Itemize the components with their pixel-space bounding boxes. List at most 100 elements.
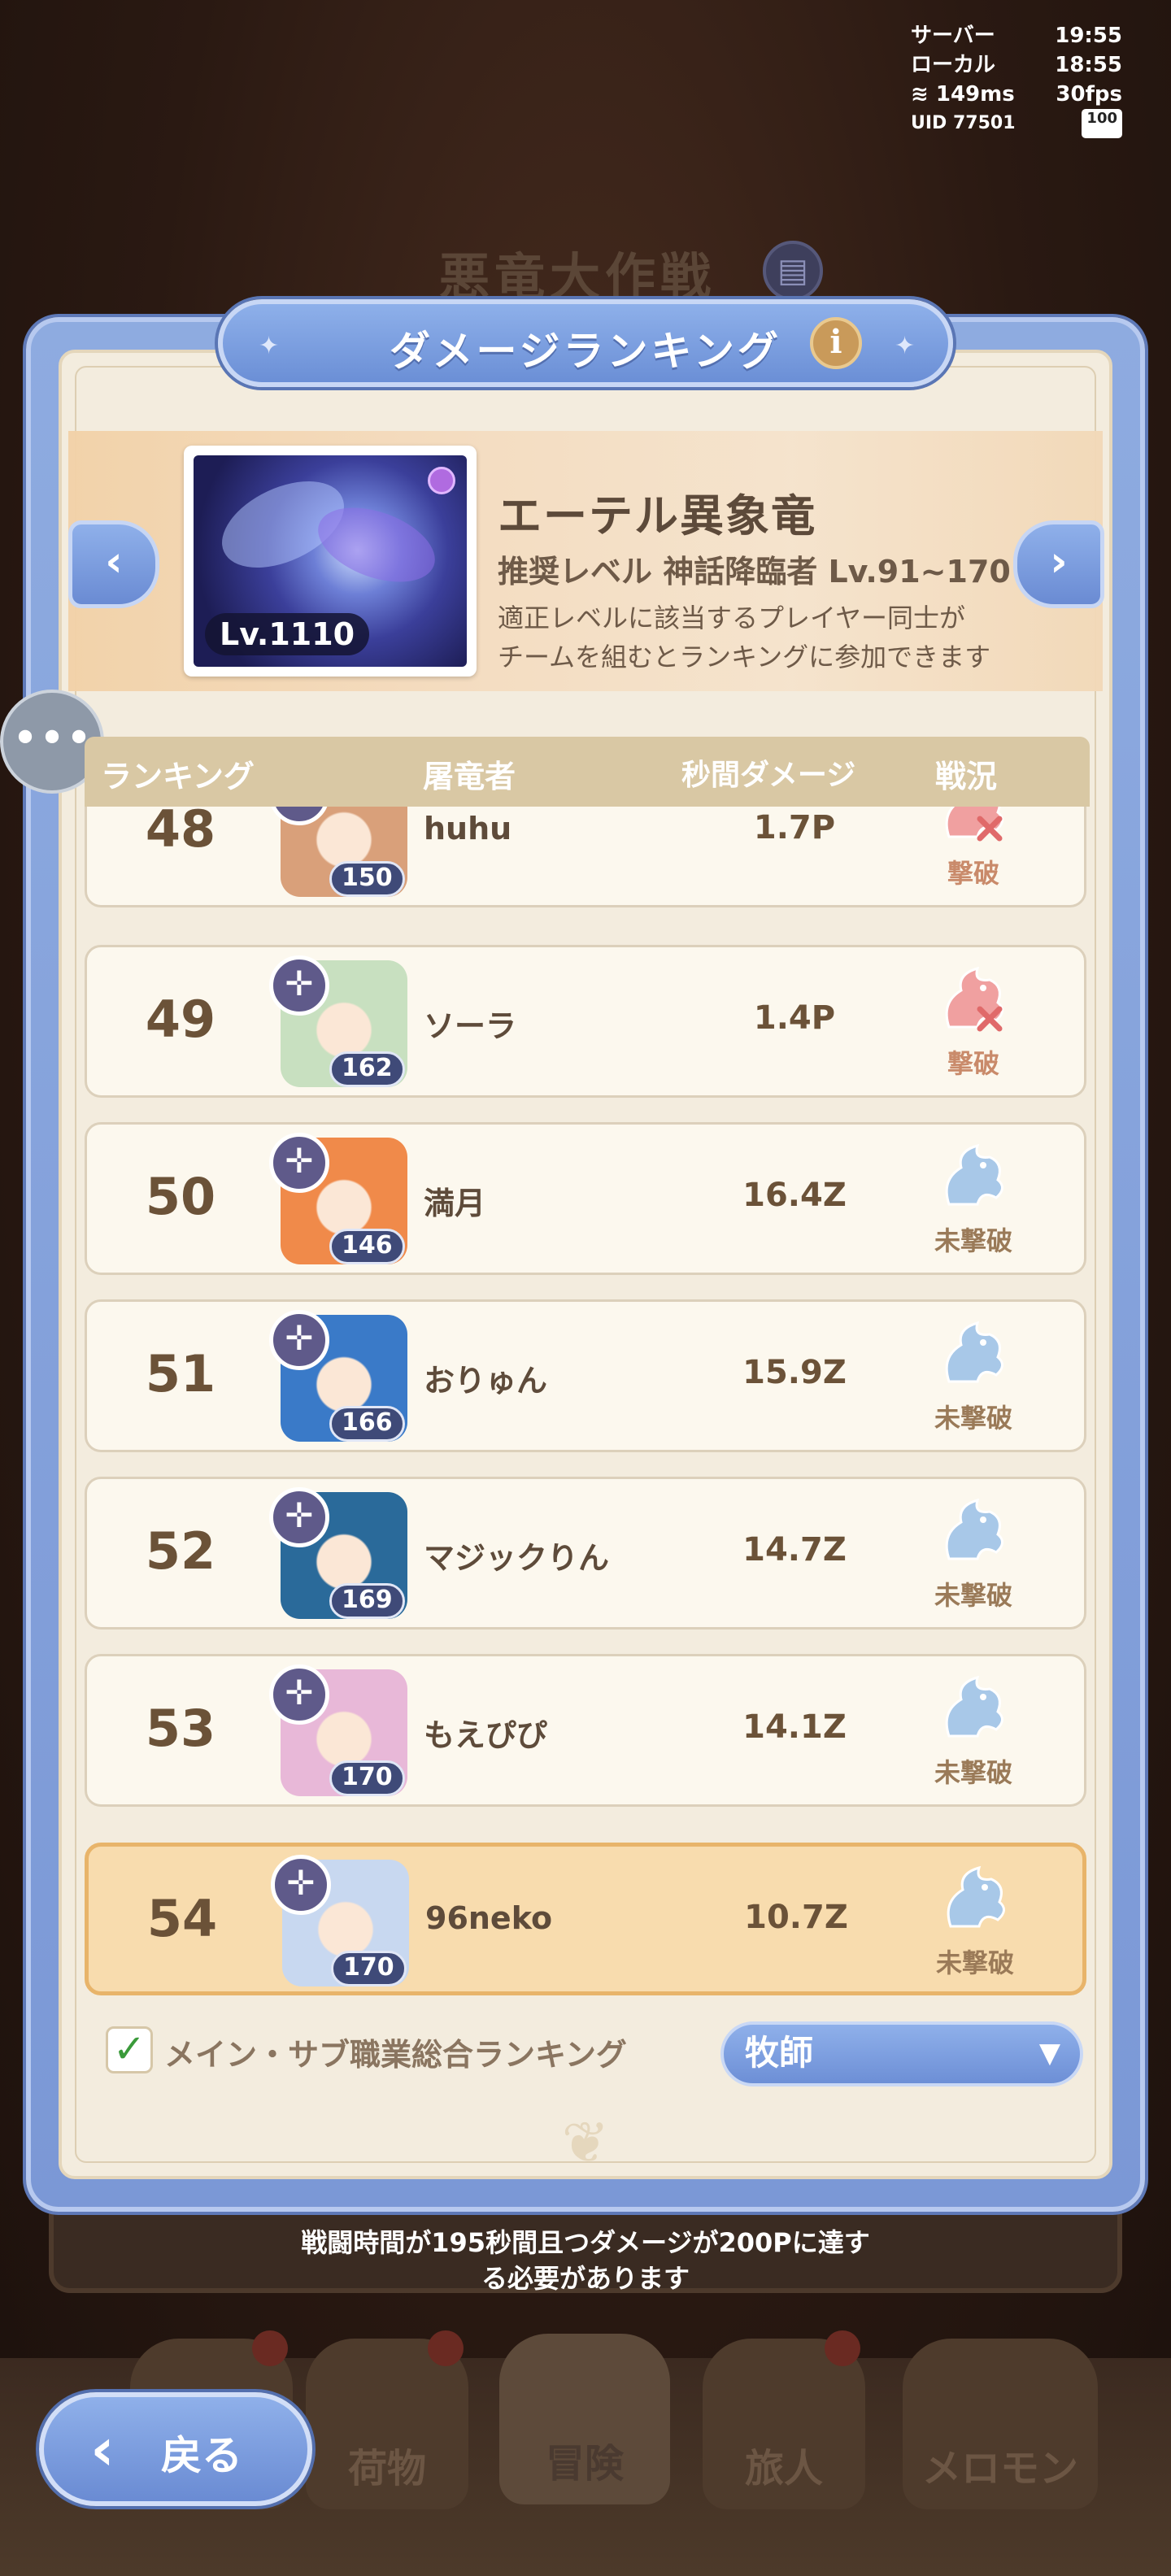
element-gem-icon <box>428 467 455 494</box>
nav-meromon[interactable]: メロモン <box>903 2339 1098 2509</box>
notice-text: 戦闘時間が195秒間且つダメージが200Pに達す る必要があります <box>301 2227 870 2294</box>
ranking-list[interactable]: 48✛150huhu1.7P撃破49✛162ソーラ1.4P撃破50✛146満月1… <box>78 807 1095 2005</box>
back-label: 戻る <box>161 2432 242 2479</box>
recommended-level: 推奨レベル 神話降臨者 Lv.91~170 <box>498 554 1011 590</box>
player-avatar[interactable]: ✛ 166 <box>269 1310 416 1447</box>
nav-meromon-label: メロモン <box>921 2446 1078 2491</box>
ranking-row[interactable]: 53 ✛ 170 もえぴぴ 14.1Z 未撃破 <box>85 1654 1086 1807</box>
chat-icon: ••• <box>11 712 93 765</box>
damage-per-second: 16.4Z <box>742 1177 847 1214</box>
rank-number: 53 <box>145 1699 216 1758</box>
local-time: 18:55 <box>1055 53 1122 77</box>
damage-per-second: 14.1Z <box>742 1708 847 1746</box>
player-name: おりゅん <box>424 1363 548 1399</box>
boss-description: 適正レベルに該当するプレイヤー同士が チームを組むとランキングに参加できます <box>498 603 991 672</box>
dragon-icon <box>933 1316 1014 1391</box>
priest-class-icon: ✛ <box>269 1664 329 1725</box>
player-avatar[interactable]: ✛ 162 <box>269 955 416 1092</box>
player-name: ソーラ <box>424 1008 517 1044</box>
priest-class-icon: ✛ <box>271 1855 331 1915</box>
player-name: huhu <box>424 811 512 846</box>
uid: UID 77501 <box>911 113 1016 133</box>
player-level: 166 <box>329 1406 405 1442</box>
priest-class-icon: ✛ <box>269 1133 329 1193</box>
ranking-row[interactable]: 52 ✛ 169 マジックりん 14.7Z 未撃破 <box>85 1477 1086 1630</box>
status-hud: サーバー 19:55 ローカル 18:55 ≋ 149ms 30fps UID 775… <box>911 21 1122 138</box>
dragon-icon <box>933 1671 1014 1746</box>
class-select[interactable]: 牧師 ▼ <box>720 2021 1083 2086</box>
player-level: 170 <box>329 1760 405 1796</box>
battle-status: 未撃破 <box>934 1757 1012 1788</box>
player-name: マジックりん <box>424 1540 610 1576</box>
nav-traveler-label: 旅人 <box>744 2446 823 2491</box>
notification-dot <box>252 2330 288 2366</box>
ping: 149ms <box>935 82 1015 107</box>
back-button[interactable]: ‹ 戻る <box>39 2392 312 2506</box>
nav-adventure[interactable]: 冒険 <box>499 2334 670 2504</box>
priest-class-icon: ✛ <box>269 955 329 1016</box>
nav-adventure-label: 冒険 <box>545 2441 624 2487</box>
server-time: 19:55 <box>1055 24 1122 48</box>
ranking-row[interactable]: 50 ✛ 146 満月 16.4Z 未撃破 <box>85 1122 1086 1275</box>
priest-class-icon: ✛ <box>269 1310 329 1370</box>
header-rank: ランキング <box>101 759 255 794</box>
rank-number: 48 <box>145 807 216 859</box>
star-icon: ✦ <box>259 332 280 360</box>
damage-per-second: 14.7Z <box>742 1531 847 1569</box>
player-avatar[interactable]: ✛ 170 <box>271 1855 417 1991</box>
nav-traveler[interactable]: 旅人 <box>703 2330 865 2509</box>
battle-status: 未撃破 <box>934 1225 1012 1256</box>
rank-number: 50 <box>145 1167 216 1226</box>
rank-number: 51 <box>145 1344 216 1403</box>
self-ranking-row[interactable]: 54 ✛ 170 96neko 10.7Z 未撃破 <box>85 1843 1086 1995</box>
dragon-image: Lv.1110 <box>194 455 467 667</box>
dragon-icon <box>933 1494 1014 1569</box>
player-name: もえぴぴ <box>424 1717 548 1753</box>
prev-boss-button[interactable]: ‹ <box>68 520 159 608</box>
player-avatar[interactable]: ✛150 <box>269 807 416 902</box>
priest-class-icon: ✛ <box>269 1487 329 1547</box>
notification-dot <box>428 2330 464 2366</box>
combined-ranking-checkbox[interactable]: ✓ <box>106 2026 153 2073</box>
player-avatar[interactable]: ✛ 169 <box>269 1487 416 1624</box>
damage-per-second: 1.4P <box>753 999 836 1037</box>
ranking-row[interactable]: 48 ✛150huhu 1.7P 撃破 <box>85 807 1086 907</box>
damage-per-second: 10.7Z <box>744 1899 848 1936</box>
dragon-defeated-icon <box>933 807 1014 846</box>
header-player: 屠竜者 <box>423 759 516 794</box>
player-level: 162 <box>329 1051 405 1087</box>
table-header: ランキング 屠竜者 秒間ダメージ 戦況 <box>85 737 1090 807</box>
wifi-icon: ≋ <box>911 82 929 107</box>
damage-per-second: 1.7P <box>753 809 836 846</box>
player-avatar[interactable]: ✛ 170 <box>269 1664 416 1801</box>
dragon-icon <box>934 1861 1016 1936</box>
nav-bag[interactable]: 荷物 <box>306 2330 468 2509</box>
combined-ranking-label: メイン・サブ職業総合ランキング <box>164 2037 627 2073</box>
boss-portrait: Lv.1110 <box>184 446 477 677</box>
info-button[interactable]: i <box>810 317 862 369</box>
battle-status: 撃破 <box>947 858 999 889</box>
fps: 30fps <box>1056 82 1122 107</box>
player-level: 170 <box>331 1951 407 1986</box>
header-dps: 秒間ダメージ <box>681 759 856 792</box>
rank-number: 54 <box>146 1889 218 1948</box>
player-avatar[interactable]: ✛ 146 <box>269 1133 416 1269</box>
ranking-row[interactable]: 49 ✛ 162 ソーラ 1.4P 撃破 <box>85 945 1086 1098</box>
player-level: 150 <box>329 861 405 897</box>
next-boss-button[interactable]: › <box>1013 520 1104 608</box>
battle-status: 未撃破 <box>934 1403 1012 1434</box>
chevron-right-icon: › <box>1050 537 1068 586</box>
player-level: 169 <box>329 1583 405 1619</box>
server-time-label: サーバー <box>911 24 995 48</box>
event-title: 悪竜大作戦 <box>439 247 716 307</box>
class-select-value: 牧師 <box>745 2033 814 2073</box>
nav-bag-label: 荷物 <box>347 2446 426 2491</box>
rank-number: 49 <box>145 990 216 1049</box>
ranking-row[interactable]: 51 ✛ 166 おりゅん 15.9Z 未撃破 <box>85 1299 1086 1452</box>
player-name: 96neko <box>425 1900 553 1936</box>
dragon-defeated-icon <box>933 962 1014 1037</box>
chevron-left-icon: ‹ <box>90 2415 115 2483</box>
boss-level: Lv.1110 <box>205 613 370 655</box>
battle-status: 未撃破 <box>934 1580 1012 1611</box>
player-level: 146 <box>329 1229 405 1264</box>
